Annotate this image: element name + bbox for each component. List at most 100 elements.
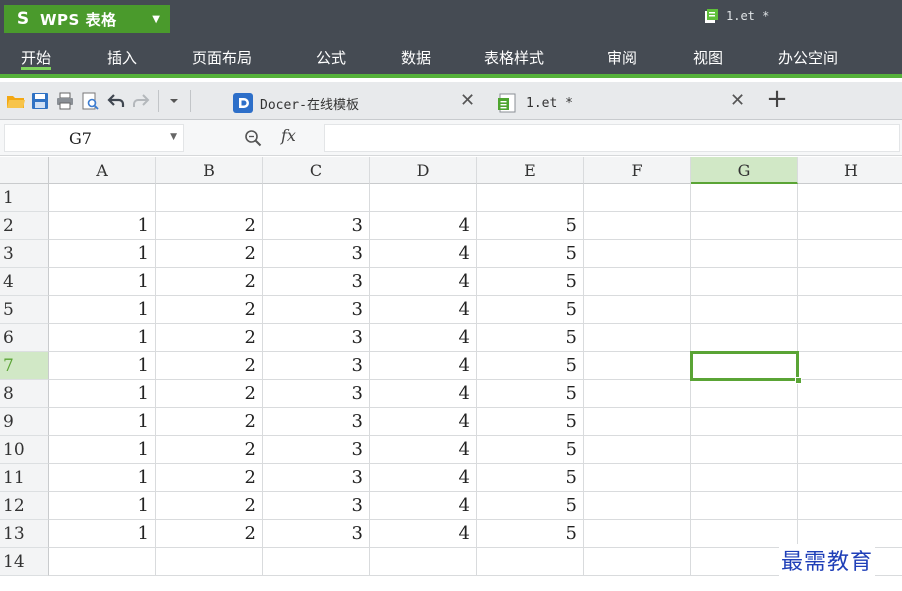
- column-header-c[interactable]: C: [263, 157, 370, 184]
- column-header-g[interactable]: G: [691, 157, 798, 184]
- cell-d8[interactable]: 4: [370, 380, 477, 408]
- cell-g3[interactable]: [691, 240, 798, 268]
- cell-e11[interactable]: 5: [477, 464, 584, 492]
- cell-f10[interactable]: [584, 436, 691, 464]
- menu-view[interactable]: 视图: [693, 46, 723, 70]
- cell-b5[interactable]: 2: [156, 296, 263, 324]
- cell-g1[interactable]: [691, 184, 798, 212]
- cell-a7[interactable]: 1: [49, 352, 156, 380]
- cell-a3[interactable]: 1: [49, 240, 156, 268]
- cell-f9[interactable]: [584, 408, 691, 436]
- cell-d11[interactable]: 4: [370, 464, 477, 492]
- row-header-9[interactable]: 9: [0, 408, 49, 436]
- row-header-1[interactable]: 1: [0, 184, 49, 212]
- chevron-down-icon[interactable]: ▼: [170, 132, 177, 142]
- cell-f4[interactable]: [584, 268, 691, 296]
- cell-e3[interactable]: 5: [477, 240, 584, 268]
- cell-g6[interactable]: [691, 324, 798, 352]
- cell-a5[interactable]: 1: [49, 296, 156, 324]
- cell-f14[interactable]: [584, 548, 691, 576]
- cell-c4[interactable]: 3: [263, 268, 370, 296]
- formula-input[interactable]: [324, 124, 900, 152]
- cell-f13[interactable]: [584, 520, 691, 548]
- column-header-a[interactable]: A: [49, 157, 156, 184]
- cell-g10[interactable]: [691, 436, 798, 464]
- cell-c8[interactable]: 3: [263, 380, 370, 408]
- cell-c13[interactable]: 3: [263, 520, 370, 548]
- cell-h5[interactable]: [798, 296, 902, 324]
- cell-f6[interactable]: [584, 324, 691, 352]
- cell-c7[interactable]: 3: [263, 352, 370, 380]
- cell-f12[interactable]: [584, 492, 691, 520]
- menu-page-layout[interactable]: 页面布局: [192, 46, 252, 70]
- cell-e9[interactable]: 5: [477, 408, 584, 436]
- cell-b11[interactable]: 2: [156, 464, 263, 492]
- row-header-14[interactable]: 14: [0, 548, 49, 576]
- menu-formulas[interactable]: 公式: [316, 46, 346, 70]
- cell-a2[interactable]: 1: [49, 212, 156, 240]
- cell-h4[interactable]: [798, 268, 902, 296]
- menu-insert[interactable]: 插入: [107, 46, 137, 70]
- cell-d1[interactable]: [370, 184, 477, 212]
- cell-h1[interactable]: [798, 184, 902, 212]
- cell-g4[interactable]: [691, 268, 798, 296]
- cell-f3[interactable]: [584, 240, 691, 268]
- cell-f2[interactable]: [584, 212, 691, 240]
- cell-e5[interactable]: 5: [477, 296, 584, 324]
- cell-b6[interactable]: 2: [156, 324, 263, 352]
- cell-a9[interactable]: 1: [49, 408, 156, 436]
- column-header-h[interactable]: H: [798, 157, 902, 184]
- cell-h7[interactable]: [798, 352, 902, 380]
- cell-g2[interactable]: [691, 212, 798, 240]
- row-header-2[interactable]: 2: [0, 212, 49, 240]
- cell-d2[interactable]: 4: [370, 212, 477, 240]
- cell-f5[interactable]: [584, 296, 691, 324]
- row-header-4[interactable]: 4: [0, 268, 49, 296]
- row-header-8[interactable]: 8: [0, 380, 49, 408]
- row-header-13[interactable]: 13: [0, 520, 49, 548]
- row-header-11[interactable]: 11: [0, 464, 49, 492]
- cell-h12[interactable]: [798, 492, 902, 520]
- cell-b7[interactable]: 2: [156, 352, 263, 380]
- cell-a10[interactable]: 1: [49, 436, 156, 464]
- cell-a14[interactable]: [49, 548, 156, 576]
- cell-g9[interactable]: [691, 408, 798, 436]
- cell-c10[interactable]: 3: [263, 436, 370, 464]
- cell-c2[interactable]: 3: [263, 212, 370, 240]
- cell-b4[interactable]: 2: [156, 268, 263, 296]
- print-preview-icon[interactable]: [80, 91, 100, 111]
- cell-a11[interactable]: 1: [49, 464, 156, 492]
- cell-d9[interactable]: 4: [370, 408, 477, 436]
- cell-h2[interactable]: [798, 212, 902, 240]
- cell-g5[interactable]: [691, 296, 798, 324]
- column-header-d[interactable]: D: [370, 157, 477, 184]
- cell-e4[interactable]: 5: [477, 268, 584, 296]
- cell-a13[interactable]: 1: [49, 520, 156, 548]
- cell-h8[interactable]: [798, 380, 902, 408]
- cell-d10[interactable]: 4: [370, 436, 477, 464]
- cell-c3[interactable]: 3: [263, 240, 370, 268]
- cell-d14[interactable]: [370, 548, 477, 576]
- redo-icon[interactable]: [131, 91, 151, 111]
- row-header-10[interactable]: 10: [0, 436, 49, 464]
- cell-b9[interactable]: 2: [156, 408, 263, 436]
- cell-c12[interactable]: 3: [263, 492, 370, 520]
- cell-d12[interactable]: 4: [370, 492, 477, 520]
- tab-document[interactable]: 1.et *: [490, 86, 760, 120]
- print-icon[interactable]: [55, 91, 75, 111]
- cell-h11[interactable]: [798, 464, 902, 492]
- cell-b3[interactable]: 2: [156, 240, 263, 268]
- more-dropdown-icon[interactable]: [164, 91, 184, 111]
- cell-b2[interactable]: 2: [156, 212, 263, 240]
- cell-d5[interactable]: 4: [370, 296, 477, 324]
- cell-a12[interactable]: 1: [49, 492, 156, 520]
- name-box[interactable]: G7 ▼: [4, 124, 184, 152]
- column-header-b[interactable]: B: [156, 157, 263, 184]
- cell-c6[interactable]: 3: [263, 324, 370, 352]
- cell-d3[interactable]: 4: [370, 240, 477, 268]
- row-header-7[interactable]: 7: [0, 352, 49, 380]
- cell-f7[interactable]: [584, 352, 691, 380]
- menu-table-style[interactable]: 表格样式: [484, 46, 544, 70]
- close-icon[interactable]: ✕: [730, 90, 745, 111]
- app-menu-button[interactable]: S WPS 表格 ▼: [4, 5, 170, 33]
